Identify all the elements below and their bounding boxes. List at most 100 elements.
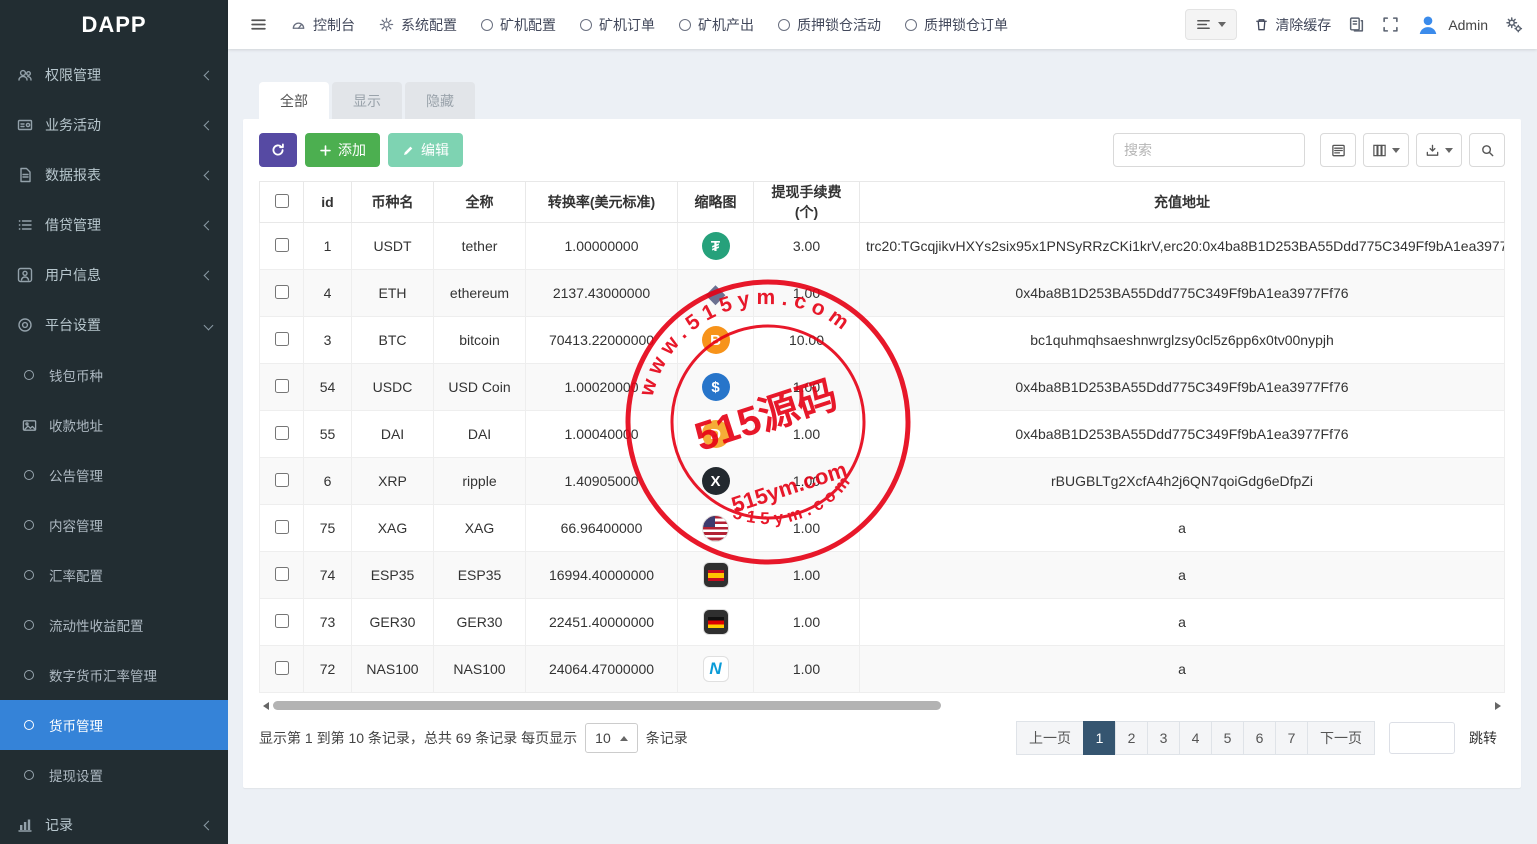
- row-checkbox[interactable]: [275, 426, 289, 440]
- page-button-4[interactable]: 4: [1179, 721, 1212, 755]
- row-checkbox[interactable]: [275, 661, 289, 675]
- sidebar-item-2[interactable]: 数据报表: [0, 150, 228, 200]
- search-button[interactable]: [1469, 133, 1505, 167]
- topnav-item-4[interactable]: 矿机产出: [679, 15, 754, 35]
- hamburger-icon[interactable]: [238, 16, 279, 33]
- menu-dropdown-button[interactable]: [1185, 9, 1237, 40]
- row-checkbox[interactable]: [275, 238, 289, 252]
- next-page-button[interactable]: 下一页: [1307, 721, 1375, 755]
- sidebar-item-6[interactable]: 记录: [0, 800, 228, 844]
- eth-coin-icon: ◆: [706, 278, 726, 309]
- sidebar-item-0[interactable]: 权限管理: [0, 50, 228, 100]
- topnav-item-label: 控制台: [313, 15, 355, 35]
- page-button-5[interactable]: 5: [1211, 721, 1244, 755]
- dashboard-icon: [291, 17, 306, 32]
- row-checkbox[interactable]: [275, 567, 289, 581]
- cell-id: 72: [304, 646, 352, 693]
- jump-button[interactable]: 跳转: [1461, 724, 1505, 752]
- topnav-items: 控制台 系统配置 矿机配置 矿机订单 矿机产出 质押锁仓活动 质押锁仓订单: [279, 15, 1020, 35]
- page-button-2[interactable]: 2: [1115, 721, 1148, 755]
- row-checkbox[interactable]: [275, 614, 289, 628]
- tab-2[interactable]: 隐藏: [405, 82, 475, 119]
- horizontal-scrollbar[interactable]: [269, 699, 1495, 713]
- settings-gears-icon[interactable]: [1505, 16, 1523, 34]
- table-row: 75XAGXAG66.964000001.00a: [260, 505, 1505, 552]
- cell-thumbnail: ₮: [678, 223, 754, 270]
- sidebar-subitem-label: 收款地址: [49, 415, 103, 435]
- sidebar-subitem-label: 钱包币种: [49, 365, 103, 385]
- topnav-item-1[interactable]: 系统配置: [379, 15, 457, 35]
- sidebar-item-3[interactable]: 借贷管理: [0, 200, 228, 250]
- top-navbar: 控制台 系统配置 矿机配置 矿机订单 矿机产出 质押锁仓活动 质押锁仓订单 清除缓存 Adm…: [228, 0, 1537, 49]
- topnav-item-2[interactable]: 矿机配置: [481, 15, 556, 35]
- row-checkbox[interactable]: [275, 285, 289, 299]
- user-menu[interactable]: Admin: [1416, 13, 1488, 37]
- circle-icon: [481, 19, 493, 31]
- caret-up-icon: [620, 736, 628, 741]
- chevron-left-icon: [204, 120, 214, 130]
- cell-rate: 24064.47000000: [526, 646, 678, 693]
- sidebar-subitem-1[interactable]: 收款地址: [0, 400, 228, 450]
- sidebar-item-5[interactable]: 平台设置: [0, 300, 228, 350]
- search-input[interactable]: [1113, 133, 1305, 167]
- sidebar-subitem-0[interactable]: 钱包币种: [0, 350, 228, 400]
- cell-symbol: BTC: [352, 317, 434, 364]
- table-card: 添加 编辑: [243, 119, 1521, 788]
- jump-page-input[interactable]: [1389, 722, 1455, 754]
- admin-label: Admin: [1448, 17, 1488, 33]
- page-button-1[interactable]: 1: [1083, 721, 1116, 755]
- row-checkbox[interactable]: [275, 473, 289, 487]
- topnav-item-5[interactable]: 质押锁仓活动: [778, 15, 881, 35]
- scroll-left-arrow-icon[interactable]: [263, 702, 269, 710]
- sidebar-subitem-2[interactable]: 公告管理: [0, 450, 228, 500]
- circle-icon: [905, 19, 917, 31]
- sidebar-subitem-label: 内容管理: [49, 515, 103, 535]
- clear-cache-button[interactable]: 清除缓存: [1254, 15, 1331, 35]
- export-dropdown-button[interactable]: [1416, 133, 1462, 167]
- prev-page-button[interactable]: 上一页: [1016, 721, 1084, 755]
- scrollbar-thumb[interactable]: [273, 701, 941, 710]
- document-copy-icon[interactable]: [1348, 16, 1365, 33]
- edit-button[interactable]: 编辑: [388, 133, 463, 167]
- topnav-item-label: 矿机产出: [698, 15, 754, 35]
- cell-id: 73: [304, 599, 352, 646]
- sidebar-subitem-6[interactable]: 数字货币汇率管理: [0, 650, 228, 700]
- report-icon: [16, 167, 34, 183]
- fullscreen-icon[interactable]: [1382, 16, 1399, 33]
- sidebar-item-4[interactable]: 用户信息: [0, 250, 228, 300]
- sidebar-subitem-8[interactable]: 提现设置: [0, 750, 228, 800]
- circle-icon: [679, 19, 691, 31]
- page-button-3[interactable]: 3: [1147, 721, 1180, 755]
- cell-address: 0x4ba8B1D253BA55Ddd775C349Ff9bA1ea3977Ff…: [860, 270, 1505, 317]
- add-button[interactable]: 添加: [305, 133, 380, 167]
- cell-symbol: ETH: [352, 270, 434, 317]
- topnav-item-0[interactable]: 控制台: [291, 15, 355, 35]
- topnav-item-6[interactable]: 质押锁仓订单: [905, 15, 1008, 35]
- page-size-select[interactable]: 10: [585, 723, 638, 753]
- sidebar-subitem-5[interactable]: 流动性收益配置: [0, 600, 228, 650]
- sidebar-subitem-4[interactable]: 汇率配置: [0, 550, 228, 600]
- columns-dropdown-button[interactable]: [1363, 133, 1409, 167]
- row-checkbox[interactable]: [275, 379, 289, 393]
- cell-address: a: [860, 599, 1505, 646]
- page-button-6[interactable]: 6: [1243, 721, 1276, 755]
- tab-0[interactable]: 全部: [259, 82, 329, 119]
- tab-1[interactable]: 显示: [332, 82, 402, 119]
- sidebar-subitem-3[interactable]: 内容管理: [0, 500, 228, 550]
- sidebar-item-label: 用户信息: [45, 265, 194, 285]
- refresh-button[interactable]: [259, 133, 297, 167]
- pagination: 上一页1234567下一页 跳转: [1017, 721, 1505, 755]
- currency-table: id币种名全称转换率(美元标准)缩略图提现手续费(个)充值地址 1USDTtet…: [259, 181, 1505, 693]
- page-button-7[interactable]: 7: [1275, 721, 1308, 755]
- row-checkbox[interactable]: [275, 332, 289, 346]
- row-checkbox[interactable]: [275, 520, 289, 534]
- sidebar-subitem-7[interactable]: 货币管理: [0, 700, 228, 750]
- detail-view-button[interactable]: [1320, 133, 1356, 167]
- pagination-summary: 显示第 1 到第 10 条记录，总共 69 条记录 每页显示: [259, 728, 577, 748]
- select-all-checkbox[interactable]: [275, 194, 289, 208]
- scroll-right-arrow-icon[interactable]: [1495, 702, 1501, 710]
- plus-icon: [319, 144, 332, 157]
- circle-icon: [24, 770, 34, 780]
- topnav-item-3[interactable]: 矿机订单: [580, 15, 655, 35]
- sidebar-item-1[interactable]: 业务活动: [0, 100, 228, 150]
